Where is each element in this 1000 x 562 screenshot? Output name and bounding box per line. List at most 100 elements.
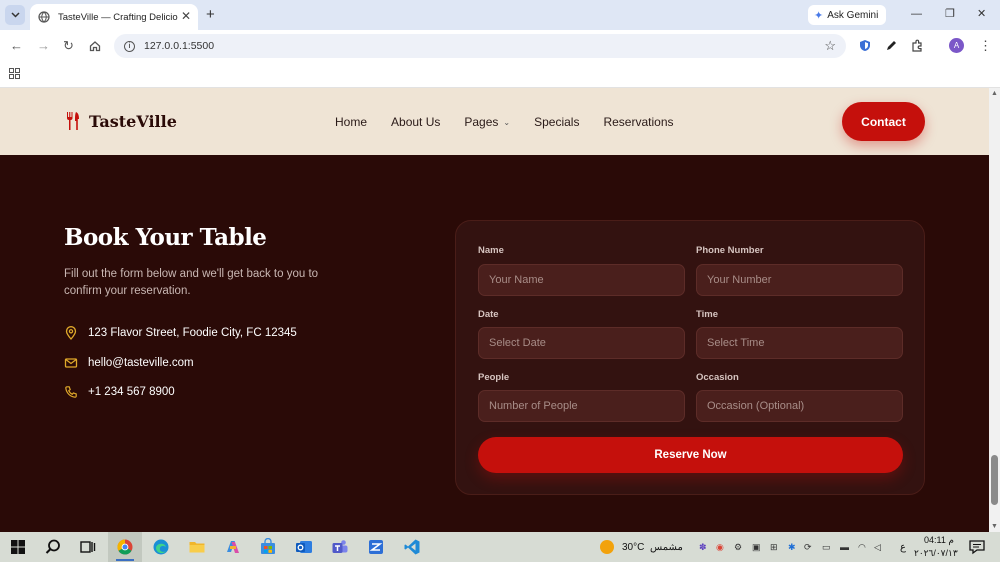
more-menu-icon[interactable]: ⋮: [979, 38, 992, 54]
chevron-down-icon: ⌄: [503, 117, 511, 127]
ask-gemini-button[interactable]: ✦ Ask Gemini: [808, 5, 886, 25]
scroll-up-icon[interactable]: ▲: [991, 90, 998, 97]
section-description: Fill out the form below and we'll get ba…: [64, 268, 319, 297]
profile-avatar[interactable]: A: [949, 38, 964, 53]
puzzle-extensions-icon[interactable]: [911, 39, 924, 52]
brand-name: TasteVille: [89, 111, 177, 131]
scroll-down-icon[interactable]: ▼: [991, 523, 998, 530]
battery-icon[interactable]: ▬: [840, 542, 849, 552]
clock-date[interactable]: ٢٠٢٦/٠٧/١٣: [914, 548, 958, 559]
sun-weather-icon[interactable]: [600, 540, 614, 554]
wifi-icon[interactable]: ◠: [858, 542, 866, 553]
utensils-icon: [67, 112, 79, 130]
notifications-icon[interactable]: [968, 538, 986, 556]
home-icon[interactable]: [89, 40, 101, 52]
nav-reservations[interactable]: Reservations: [603, 115, 673, 129]
reload-icon[interactable]: ↻: [63, 39, 74, 52]
close-window-icon[interactable]: ✕: [977, 8, 986, 20]
pen-extension-icon[interactable]: [885, 39, 898, 52]
phone-number-input[interactable]: Your Number: [696, 264, 903, 296]
input-language[interactable]: ع: [900, 542, 906, 553]
restore-icon[interactable]: ❐: [945, 8, 955, 20]
temperature-text: 30°C: [622, 542, 645, 553]
chevron-down-icon: [10, 12, 20, 18]
vscode-icon[interactable]: [403, 538, 421, 556]
reserve-now-button[interactable]: Reserve Now: [478, 437, 903, 473]
nav-specials[interactable]: Specials: [534, 115, 579, 129]
address-line: 123 Flavor Street, Foodie City, FC 12345: [64, 326, 297, 340]
email-text[interactable]: hello@tasteville.com: [88, 357, 194, 369]
phone-text[interactable]: +1 234 567 8900: [88, 386, 175, 398]
tray-sync-icon[interactable]: ⟳: [804, 542, 812, 553]
tray-chrome-icon[interactable]: ◉: [716, 542, 724, 553]
chrome-icon[interactable]: [116, 538, 134, 556]
file-explorer-icon[interactable]: [188, 538, 206, 556]
windows-start-icon[interactable]: [9, 538, 27, 556]
minimize-icon[interactable]: —: [911, 8, 922, 20]
browser-tab[interactable]: TasteVille — Crafting Delicious ✕: [30, 4, 198, 30]
forward-icon[interactable]: →: [37, 39, 50, 52]
nav-pages-label: Pages: [464, 115, 499, 129]
page-viewport: TasteVille Home About Us Pages ⌄ Special…: [0, 88, 989, 532]
tab-search-button[interactable]: [5, 5, 25, 25]
time-input[interactable]: Select Time: [696, 327, 903, 359]
occasion-input[interactable]: Occasion (Optional): [696, 390, 903, 422]
teams-icon[interactable]: [331, 538, 349, 556]
outlook-icon[interactable]: [295, 538, 313, 556]
address-text: 123 Flavor Street, Foodie City, FC 12345: [88, 327, 297, 339]
email-line: hello@tasteville.com: [64, 356, 194, 370]
store-icon[interactable]: [259, 538, 277, 556]
tray-app-icon[interactable]: ✽: [699, 542, 707, 553]
bluetooth-icon[interactable]: ✱: [788, 542, 796, 553]
phone-icon: [65, 386, 77, 398]
time-label: Time: [696, 309, 719, 320]
bookmarks-bar: [0, 62, 1000, 88]
back-icon[interactable]: ←: [10, 39, 23, 52]
azure-app-icon[interactable]: [367, 538, 385, 556]
site-header: TasteVille Home About Us Pages ⌄ Special…: [0, 88, 989, 155]
volume-icon[interactable]: ◁: [874, 542, 881, 553]
contact-button[interactable]: Contact: [842, 102, 925, 141]
map-pin-icon: [65, 326, 77, 340]
name-label: Name: [478, 245, 504, 256]
main-nav: Home About Us Pages ⌄ Specials Reservati…: [335, 115, 698, 129]
brand-logo[interactable]: TasteVille: [65, 111, 177, 131]
date-label: Date: [478, 309, 499, 320]
bookmark-star-icon[interactable]: ☆: [824, 38, 836, 54]
nav-pages[interactable]: Pages ⌄: [464, 115, 510, 129]
phone-line: +1 234 567 8900: [64, 385, 175, 399]
date-input[interactable]: Select Date: [478, 327, 685, 359]
booking-section: Book Your Table Fill out the form below …: [0, 155, 989, 532]
shield-extension-icon[interactable]: [859, 39, 871, 52]
address-bar[interactable]: i 127.0.0.1:5500 ☆: [114, 34, 846, 58]
apps-grid-icon[interactable]: [9, 68, 20, 79]
scrollbar-thumb[interactable]: [991, 455, 998, 505]
nav-about-us[interactable]: About Us: [391, 115, 440, 129]
mail-icon: [64, 358, 78, 368]
page-scrollbar[interactable]: ▲ ▼: [989, 88, 1000, 532]
clock-time[interactable]: 04:11 م: [924, 535, 954, 546]
tray-network-icon[interactable]: ⊞: [770, 542, 778, 553]
url-text: 127.0.0.1:5500: [144, 40, 215, 52]
people-input[interactable]: Number of People: [478, 390, 685, 422]
name-input[interactable]: Your Name: [478, 264, 685, 296]
tray-display-icon[interactable]: ▣: [752, 542, 761, 553]
ask-gemini-label: Ask Gemini: [827, 9, 879, 21]
tray-settings-icon[interactable]: ⚙: [734, 542, 742, 553]
copilot-icon[interactable]: [224, 538, 242, 556]
tab-title: TasteVille — Crafting Delicious: [58, 11, 178, 23]
close-tab-icon[interactable]: ✕: [181, 10, 191, 22]
edge-icon[interactable]: [152, 538, 170, 556]
people-label: People: [478, 372, 510, 383]
browser-toolbar: ← → ↻ i 127.0.0.1:5500 ☆: [0, 30, 1000, 62]
site-info-icon[interactable]: i: [124, 40, 135, 52]
phone-number-label: Phone Number: [696, 245, 764, 256]
section-title: Book Your Table: [64, 224, 267, 251]
gemini-sparkle-icon: ✦: [814, 9, 824, 22]
avatar-letter: A: [953, 41, 960, 50]
nav-home[interactable]: Home: [335, 115, 367, 129]
tray-phone-icon[interactable]: ▭: [822, 542, 831, 553]
search-icon[interactable]: [44, 538, 62, 556]
task-view-icon[interactable]: [79, 538, 97, 556]
new-tab-icon[interactable]: +: [206, 7, 215, 22]
